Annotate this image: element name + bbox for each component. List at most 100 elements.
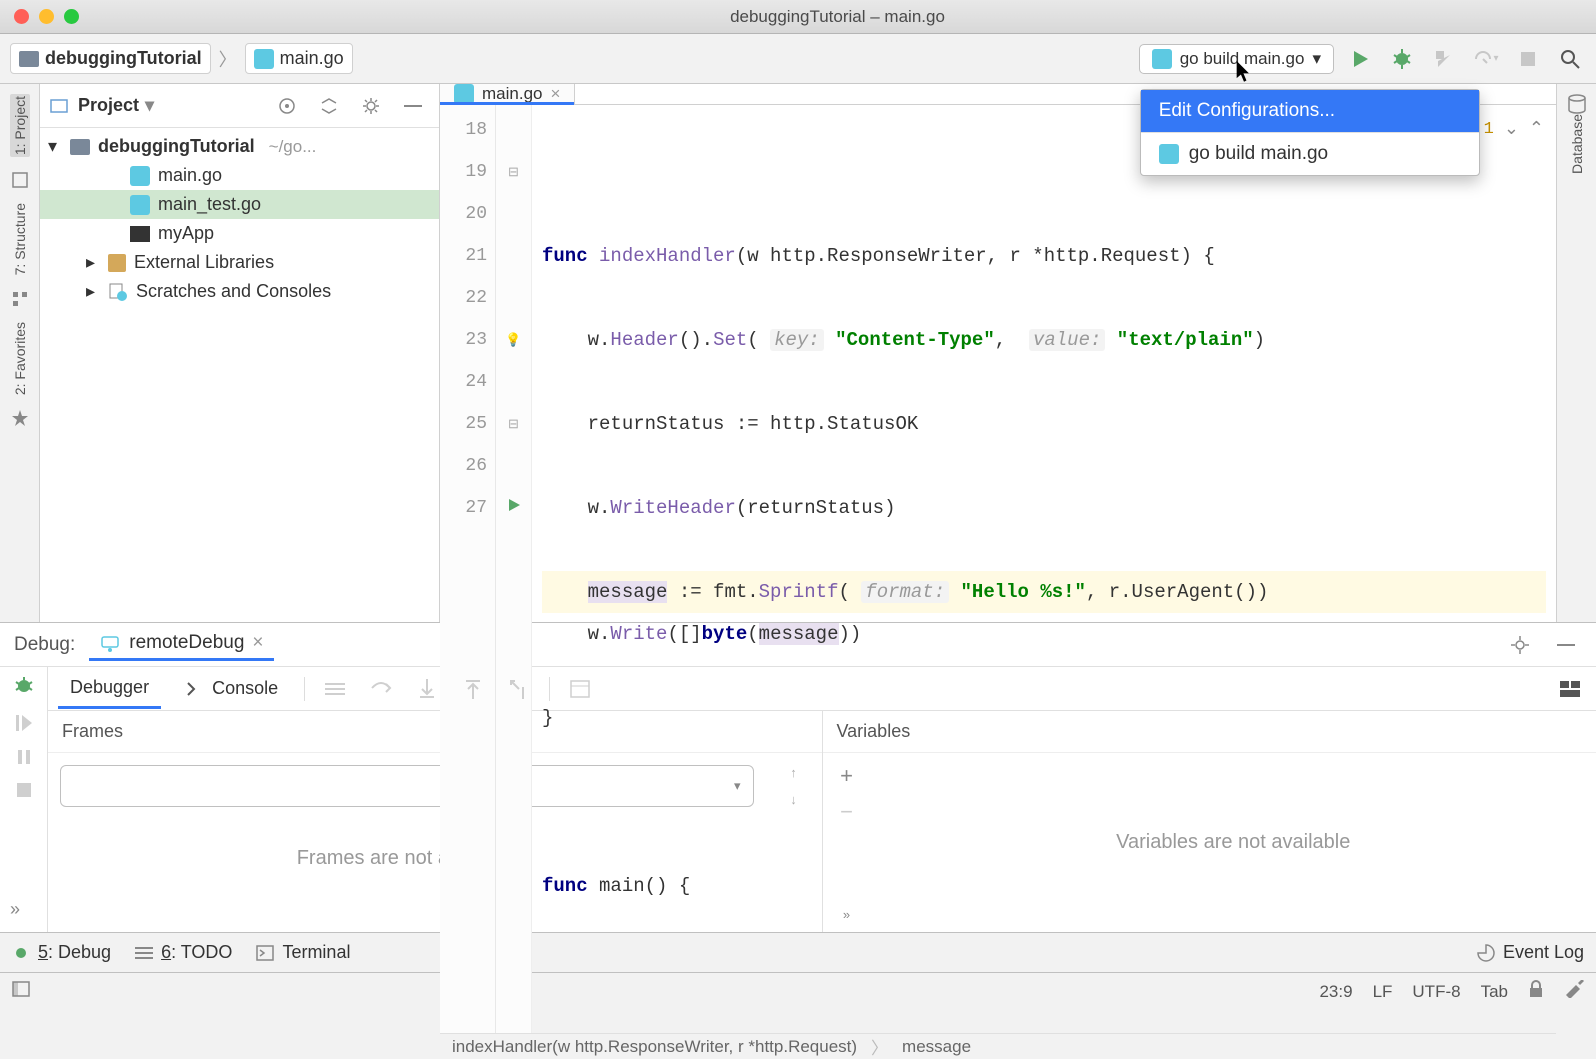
go-file-icon <box>454 84 474 104</box>
console-icon <box>187 682 203 696</box>
go-file-icon <box>254 49 274 69</box>
structure-tool-button[interactable]: 7: Structure <box>12 203 28 275</box>
left-tool-rail: 1: Project 7: Structure 2: Favorites <box>0 84 40 622</box>
pause-button[interactable] <box>16 749 32 768</box>
edit-configurations-item[interactable]: Edit Configurations... <box>1141 90 1479 132</box>
run-config-item-label: go build main.go <box>1189 143 1328 165</box>
close-window-icon[interactable] <box>14 9 29 24</box>
folder-icon <box>19 51 39 67</box>
tree-file[interactable]: myApp <box>40 219 439 248</box>
debug-tool-button[interactable]: 5: Debug <box>12 942 111 963</box>
chevron-down-icon: ▾ <box>1312 49 1321 69</box>
breadcrumb-variable[interactable]: message <box>902 1037 971 1057</box>
tree-file-label: main_test.go <box>158 194 261 215</box>
project-panel: Project ▾ ▾ debuggingTutorial ~/go... <box>40 84 440 622</box>
expand-chevron-icon[interactable]: ▾ <box>48 136 62 157</box>
editor-tab-label: main.go <box>482 84 542 104</box>
breadcrumb-root[interactable]: debuggingTutorial <box>10 43 211 74</box>
show-threads-button[interactable] <box>319 673 351 705</box>
breadcrumb-root-label: debuggingTutorial <box>45 48 202 69</box>
run-config-selector[interactable]: go build main.go ▾ Edit Configurations..… <box>1139 44 1334 74</box>
tree-root-label: debuggingTutorial <box>98 136 255 157</box>
code-editor[interactable]: 18 19 20 21 22 23 24 25 26 27 ⊟ 💡 ⊟ <box>440 105 1556 1033</box>
evaluate-expression-button[interactable] <box>564 673 596 705</box>
next-frame-button[interactable]: ↓ <box>790 792 797 807</box>
tree-file[interactable]: main.go <box>40 161 439 190</box>
breadcrumb-function[interactable]: indexHandler(w http.ResponseWriter, r *h… <box>452 1037 857 1057</box>
debug-button[interactable] <box>1386 43 1418 75</box>
window-title: debuggingTutorial – main.go <box>79 7 1596 27</box>
next-problem-icon[interactable]: ⌄ <box>1504 109 1519 151</box>
profile-button[interactable]: ▾ <box>1470 43 1502 75</box>
more-actions-icon[interactable]: » <box>10 899 20 920</box>
code-content[interactable]: func indexHandler(w http.ResponseWriter,… <box>532 105 1556 1033</box>
bookmark-icon[interactable] <box>11 171 29 189</box>
breadcrumb-file[interactable]: main.go <box>245 43 353 74</box>
run-gutter-icon[interactable] <box>507 487 521 529</box>
expand-chevron-icon[interactable]: ▸ <box>86 281 100 302</box>
bug-icon <box>12 944 30 962</box>
console-tab[interactable]: Console <box>175 670 290 707</box>
locate-button[interactable] <box>271 90 303 122</box>
edit-configurations-label: Edit Configurations... <box>1159 100 1335 122</box>
todo-icon <box>135 946 153 960</box>
debug-session-tab[interactable]: remoteDebug × <box>89 628 273 661</box>
run-to-cursor-button[interactable] <box>503 673 535 705</box>
expand-all-button[interactable] <box>313 90 345 122</box>
close-tab-icon[interactable]: × <box>550 84 560 104</box>
tree-scratches[interactable]: ▸ Scratches and Consoles <box>40 277 439 306</box>
project-panel-title: Project <box>78 95 139 116</box>
prev-problem-icon[interactable]: ⌃ <box>1529 109 1544 151</box>
layout-settings-button[interactable] <box>1554 673 1586 705</box>
favorites-tool-label: 2: Favorites <box>12 322 28 395</box>
project-tool-label: 1: Project <box>12 96 28 155</box>
resume-button[interactable] <box>15 714 33 735</box>
folder-icon <box>70 139 90 155</box>
go-build-icon <box>1152 49 1172 69</box>
database-icon[interactable] <box>1567 94 1587 114</box>
rerun-debug-button[interactable] <box>13 675 35 700</box>
step-over-button[interactable] <box>365 673 397 705</box>
ide-settings-icon[interactable] <box>1564 980 1584 1003</box>
tree-root[interactable]: ▾ debuggingTutorial ~/go... <box>40 132 439 161</box>
fold-minus-icon[interactable]: ⊟ <box>508 151 519 193</box>
fold-minus-icon[interactable]: ⊟ <box>508 403 519 445</box>
search-everywhere-button[interactable] <box>1554 43 1586 75</box>
zoom-window-icon[interactable] <box>64 9 79 24</box>
minimize-window-icon[interactable] <box>39 9 54 24</box>
intention-bulb-icon[interactable]: 💡 <box>505 319 521 361</box>
main-toolbar: debuggingTutorial 〉 main.go go build mai… <box>0 34 1596 84</box>
tree-external-libs[interactable]: ▸ External Libraries <box>40 248 439 277</box>
hide-panel-button[interactable] <box>397 90 429 122</box>
stop-button[interactable] <box>1512 43 1544 75</box>
step-out-button[interactable] <box>457 673 489 705</box>
stop-debug-button[interactable] <box>16 782 32 801</box>
tree-external-label: External Libraries <box>134 252 274 273</box>
editor-breadcrumb: indexHandler(w http.ResponseWriter, r *h… <box>440 1033 1556 1059</box>
run-config-dropdown: Edit Configurations... go build main.go <box>1140 89 1480 176</box>
debugger-tab[interactable]: Debugger <box>58 669 161 709</box>
settings-button[interactable] <box>355 90 387 122</box>
step-into-button[interactable] <box>411 673 443 705</box>
view-mode-chevron-icon[interactable]: ▾ <box>145 95 154 116</box>
star-icon <box>11 409 29 427</box>
expand-chevron-icon[interactable]: ▸ <box>86 252 100 273</box>
tool-window-toggle-button[interactable] <box>12 981 30 1002</box>
run-button[interactable] <box>1344 43 1376 75</box>
database-tool-label[interactable]: Database <box>1569 114 1585 174</box>
run-config-item[interactable]: go build main.go <box>1141 132 1479 175</box>
tree-file-label: myApp <box>158 223 214 244</box>
close-session-icon[interactable]: × <box>252 632 263 654</box>
run-with-coverage-button[interactable] <box>1428 43 1460 75</box>
prev-frame-button[interactable]: ↑ <box>790 765 797 780</box>
terminal-tool-button[interactable]: Terminal <box>256 942 350 963</box>
editor-tab[interactable]: main.go × <box>440 84 575 104</box>
project-tool-button[interactable]: 1: Project <box>10 94 30 157</box>
debug-action-rail: » <box>0 667 48 932</box>
binary-icon <box>130 226 150 242</box>
todo-tool-button[interactable]: 6: TODO <box>135 942 232 963</box>
go-file-icon <box>130 166 150 186</box>
tree-file[interactable]: main_test.go <box>40 190 439 219</box>
library-icon <box>108 254 126 272</box>
favorites-tool-button[interactable]: 2: Favorites <box>12 322 28 395</box>
